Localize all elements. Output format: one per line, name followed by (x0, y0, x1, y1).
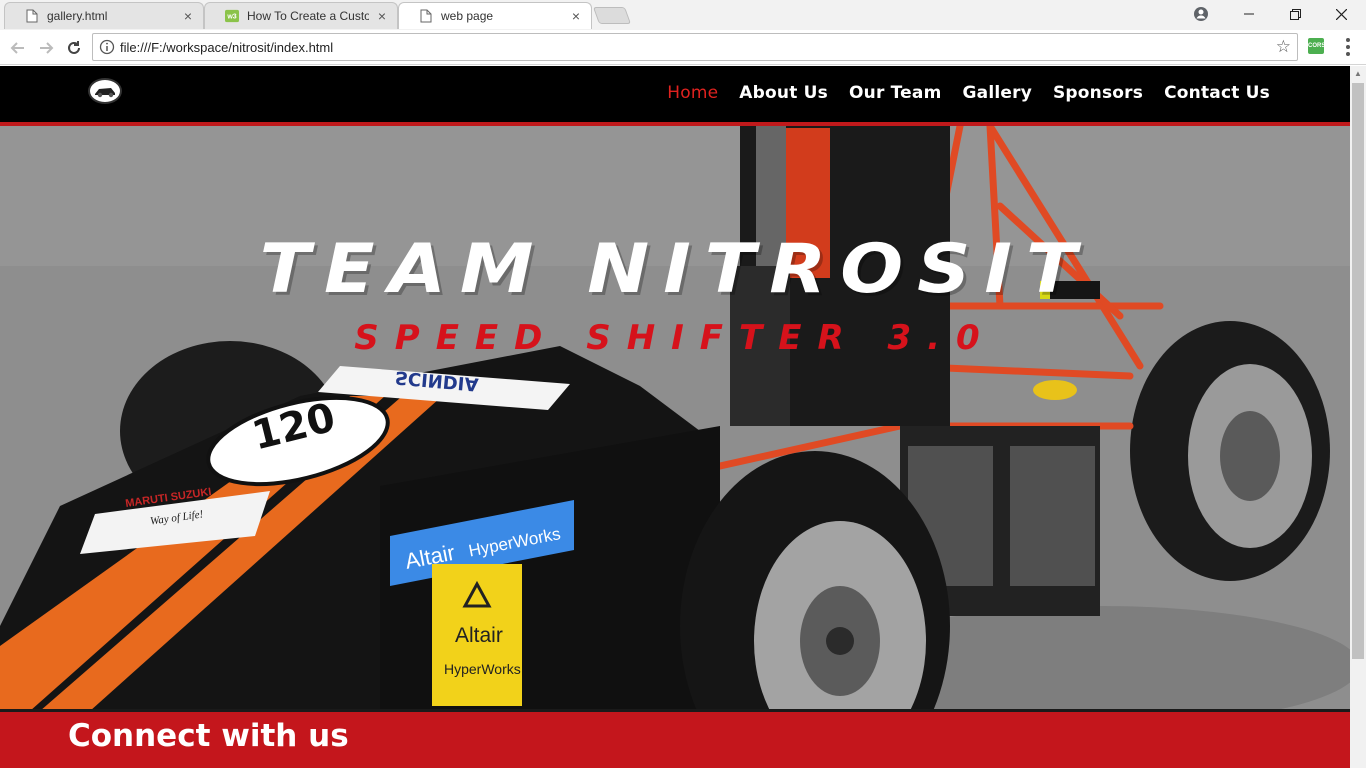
page-scrollbar[interactable]: ▲ (1350, 66, 1366, 768)
svg-text:w3: w3 (226, 14, 236, 21)
restore-icon[interactable] (1272, 0, 1318, 28)
nav-gallery[interactable]: Gallery (963, 83, 1032, 103)
nav-about-us[interactable]: About Us (739, 83, 828, 103)
url-text: file:///F:/workspace/nitrosit/index.html (120, 40, 334, 55)
page-viewport: 120 SCINDIA MARUTI SUZUKI Way of Life! A… (0, 66, 1350, 768)
tab-gallery[interactable]: gallery.html × (4, 2, 204, 29)
cors-extension-icon[interactable]: CORS (1308, 38, 1325, 54)
sponsor-altair-yellow: Altair (455, 624, 503, 647)
nav-our-team[interactable]: Our Team (849, 83, 942, 103)
new-tab-button[interactable] (592, 7, 632, 24)
scrollbar-thumb[interactable] (1352, 83, 1364, 659)
nav-contact-us[interactable]: Contact Us (1164, 83, 1270, 103)
close-icon[interactable]: × (375, 9, 389, 23)
race-car-image (0, 66, 1350, 711)
browser-menu-icon[interactable] (1340, 36, 1356, 58)
team-logo-icon[interactable] (88, 78, 122, 104)
main-nav: Home About Us Our Team Gallery Sponsors … (667, 83, 1270, 103)
scroll-up-icon[interactable]: ▲ (1350, 66, 1366, 82)
tab-strip: gallery.html × w3 How To Create a Custom… (0, 0, 1366, 30)
nav-sponsors[interactable]: Sponsors (1053, 83, 1143, 103)
browser-toolbar: file:///F:/workspace/nitrosit/index.html… (0, 30, 1366, 65)
forward-icon[interactable] (34, 36, 58, 60)
site-header: Home About Us Our Team Gallery Sponsors … (0, 66, 1350, 126)
connect-heading: Connect with us (68, 718, 349, 754)
close-window-icon[interactable] (1318, 0, 1364, 28)
tab-title: How To Create a Custom (247, 9, 369, 23)
info-icon[interactable] (99, 39, 115, 55)
back-icon[interactable] (6, 36, 30, 60)
bookmark-star-icon[interactable]: ☆ (1276, 38, 1291, 56)
minimize-icon[interactable] (1226, 0, 1272, 28)
sponsor-hyperworks-yellow: HyperWorks (444, 661, 521, 677)
hero-banner: 120 SCINDIA MARUTI SUZUKI Way of Life! A… (0, 66, 1350, 711)
tab-web-page[interactable]: web page × (398, 2, 592, 29)
file-icon (419, 8, 433, 24)
connect-section: Connect with us (0, 709, 1350, 768)
tab-title: gallery.html (47, 9, 108, 23)
nav-home[interactable]: Home (667, 83, 718, 103)
file-icon (25, 8, 39, 24)
hero-subtitle: SPEED SHIFTER 3.0 (354, 318, 996, 358)
reload-icon[interactable] (62, 36, 86, 60)
address-bar[interactable]: file:///F:/workspace/nitrosit/index.html… (92, 33, 1298, 61)
hero-title: TEAM NITROSIT (259, 229, 1091, 309)
profile-icon[interactable] (1178, 0, 1224, 28)
close-icon[interactable]: × (181, 9, 195, 23)
tab-title: web page (441, 9, 494, 23)
tab-how-to-create[interactable]: w3 How To Create a Custom × (204, 2, 398, 29)
close-icon[interactable]: × (569, 9, 583, 23)
w3-icon: w3 (225, 8, 239, 24)
